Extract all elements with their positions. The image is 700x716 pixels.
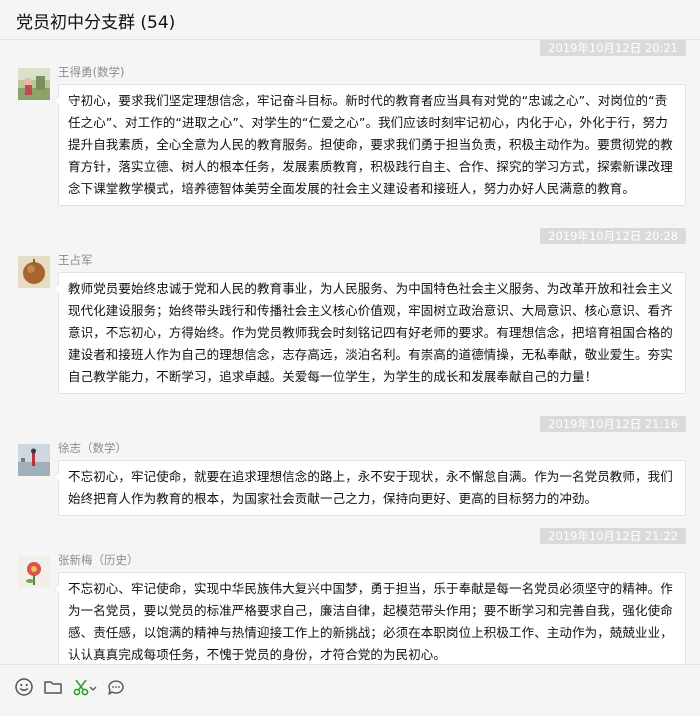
avatar[interactable] (18, 256, 50, 288)
title-bar: 党员初中分支群 (54) (0, 0, 700, 40)
sender-name: 王占军 (58, 253, 93, 267)
message-timestamp: 2019年10月12日 20:21 (540, 40, 686, 56)
message-bubble[interactable]: 不忘初心，牢记使命，就要在追求理想信念的路上，永不安于现状，永不懈怠自满。作为一… (53, 460, 686, 516)
sender-name: 王得勇(数学) (58, 65, 125, 79)
avatar-photo-fruit (18, 256, 50, 288)
chevron-down-icon[interactable] (88, 677, 98, 697)
emoji-icon[interactable] (14, 677, 34, 697)
message-timestamp: 2019年10月12日 20:28 (540, 228, 686, 244)
folder-icon[interactable] (43, 677, 63, 697)
avatar-photo-lake (18, 444, 50, 476)
message-bubble[interactable]: 教师党员要始终忠诚于党和人民的教育事业，为人民服务、为中国特色社会主义服务、为改… (53, 272, 686, 394)
avatar[interactable] (18, 68, 50, 100)
message-timestamp: 2019年10月12日 21:16 (540, 416, 686, 432)
message-bubble[interactable]: 守初心，要求我们坚定理想信念，牢记奋斗目标。新时代的教育者应当具有对党的“忠诚之… (53, 84, 686, 206)
sender-name: 张新梅（历史） (58, 553, 139, 567)
chat-history-icon[interactable] (106, 677, 126, 697)
avatar-photo-flower (18, 556, 50, 588)
avatar[interactable] (18, 444, 50, 476)
avatar-photo-outdoor (18, 68, 50, 100)
avatar[interactable] (18, 556, 50, 588)
message-timestamp: 2019年10月12日 21:22 (540, 528, 686, 544)
sender-name: 徐志（数学） (58, 441, 127, 455)
message-bubble[interactable]: 不忘初心、牢记使命，实现中华民族伟大复兴中国梦，勇于担当，乐于奉献是每一名党员必… (53, 572, 686, 664)
input-toolbar (0, 664, 700, 716)
chat-title: 党员初中分支群 (54) (16, 13, 176, 33)
message-list[interactable]: 2019年10月12日 20:21 王得勇(数学) 守初心，要求我们坚定理想信念… (0, 40, 700, 664)
